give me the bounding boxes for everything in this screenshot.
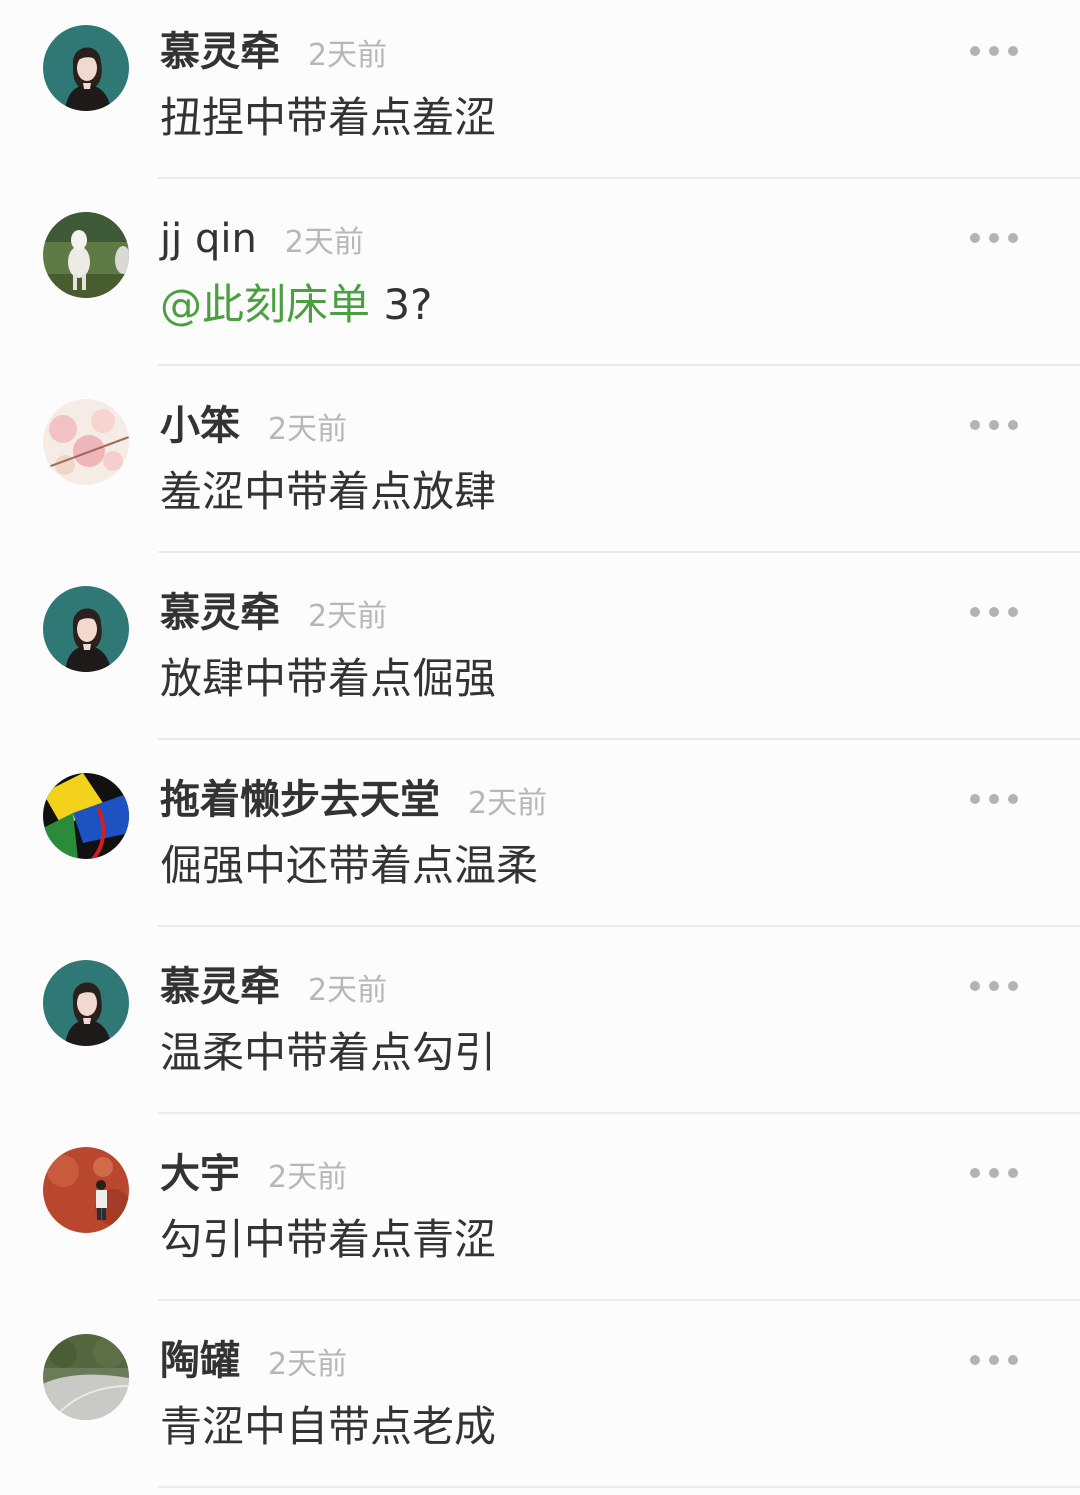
more-dots-icon [989,420,999,430]
more-button[interactable] [966,38,1022,64]
more-dots-icon [970,1168,980,1178]
comment-text: 青涩中自带点老成 [160,1402,497,1451]
more-dots-icon [989,233,999,243]
comment-text: 倔强中还带着点温柔 [160,841,539,890]
comment-header: 慕灵牵 2天前 [160,959,387,1015]
comment-item[interactable]: 拖着懒步去天堂 2天前 倔强中还带着点温柔 [0,748,1080,935]
more-dots-icon [970,794,980,804]
comment-item[interactable]: 小笨 2天前 羞涩中带着点放肆 [0,374,1080,561]
girl-avatar-icon [43,586,129,672]
more-dots-icon [970,46,980,56]
more-button[interactable] [966,1160,1022,1186]
blossom-avatar-icon [43,399,129,485]
more-dots-icon [1008,420,1018,430]
more-dots-icon [1008,607,1018,617]
comment-item[interactable]: 大宇 2天前 勾引中带着点青涩 [0,1122,1080,1309]
more-dots-icon [1008,233,1018,243]
avatar[interactable] [43,586,129,672]
comment-item[interactable]: 慕灵牵 2天前 扭捏中带着点羞涩 [0,0,1080,187]
comment-text: @此刻床单 3? [160,275,432,335]
more-dots-icon [1008,981,1018,991]
more-button[interactable] [966,599,1022,625]
divider [158,177,1080,179]
user-name[interactable]: 拖着懒步去天堂 [160,772,440,828]
mention-link[interactable]: @此刻床单 [160,280,370,329]
comment-header: jj qin 2天前 [160,211,364,267]
avatar[interactable] [43,399,129,485]
more-dots-icon [1008,794,1018,804]
divider [158,1486,1080,1488]
divider [158,364,1080,366]
more-dots-icon [989,1168,999,1178]
comment-time: 2天前 [268,1347,348,1382]
red-wall-avatar-icon [43,1147,129,1233]
avatar[interactable] [43,773,129,859]
comment-text: 勾引中带着点青涩 [160,1215,497,1264]
comment-text-body: 3? [370,280,433,329]
user-name[interactable]: 慕灵牵 [160,959,280,1015]
more-dots-icon [970,420,980,430]
comment-header: 慕灵牵 2天前 [160,585,387,641]
comment-time: 2天前 [308,599,388,634]
comment-time: 2天前 [308,973,388,1008]
comment-time: 2天前 [308,38,388,73]
more-dots-icon [989,607,999,617]
abstract-avatar-icon [43,773,129,859]
avatar[interactable] [43,1147,129,1233]
comment-item[interactable]: 慕灵牵 2天前 放肆中带着点倔强 [0,561,1080,748]
road-avatar-icon [43,1334,129,1420]
divider [158,925,1080,927]
more-dots-icon [989,1355,999,1365]
comment-list: 慕灵牵 2天前 扭捏中带着点羞涩 jj qin 2天前 @此刻床单 3? 小笨 … [0,0,1080,1495]
more-dots-icon [970,233,980,243]
girl-avatar-icon [43,960,129,1046]
more-dots-icon [989,981,999,991]
comment-header: 慕灵牵 2天前 [160,24,387,80]
avatar[interactable] [43,25,129,111]
comment-item[interactable]: jj qin 2天前 @此刻床单 3? [0,187,1080,374]
user-name[interactable]: 陶罐 [160,1333,240,1389]
more-button[interactable] [966,973,1022,999]
comment-header: 陶罐 2天前 [160,1333,347,1389]
user-name[interactable]: 慕灵牵 [160,24,280,80]
more-dots-icon [970,981,980,991]
avatar[interactable] [43,960,129,1046]
user-name[interactable]: 慕灵牵 [160,585,280,641]
more-dots-icon [989,794,999,804]
user-name[interactable]: 大宇 [160,1146,240,1202]
avatar[interactable] [43,212,129,298]
more-dots-icon [970,1355,980,1365]
more-dots-icon [1008,46,1018,56]
comment-header: 拖着懒步去天堂 2天前 [160,772,547,828]
more-dots-icon [970,607,980,617]
more-button[interactable] [966,1347,1022,1373]
comment-item[interactable]: 陶罐 2天前 青涩中自带点老成 [0,1309,1080,1495]
girl-avatar-icon [43,25,129,111]
more-dots-icon [989,46,999,56]
more-button[interactable] [966,786,1022,812]
more-button[interactable] [966,225,1022,251]
comment-item[interactable]: 慕灵牵 2天前 温柔中带着点勾引 [0,935,1080,1122]
comment-text: 温柔中带着点勾引 [160,1028,497,1077]
comment-time: 2天前 [284,225,364,260]
divider [158,551,1080,553]
divider [158,738,1080,740]
comment-time: 2天前 [268,1160,348,1195]
divider [158,1299,1080,1301]
avatar[interactable] [43,1334,129,1420]
user-name[interactable]: jj qin [160,211,257,267]
comment-time: 2天前 [268,412,348,447]
comment-text: 羞涩中带着点放肆 [160,467,497,516]
more-dots-icon [1008,1168,1018,1178]
goat-avatar-icon [43,212,129,298]
more-button[interactable] [966,412,1022,438]
comment-header: 大宇 2天前 [160,1146,347,1202]
comment-time: 2天前 [468,786,548,821]
divider [158,1112,1080,1114]
comment-text: 扭捏中带着点羞涩 [160,93,497,142]
comment-text: 放肆中带着点倔强 [160,654,497,703]
comment-header: 小笨 2天前 [160,398,347,454]
more-dots-icon [1008,1355,1018,1365]
user-name[interactable]: 小笨 [160,398,240,454]
